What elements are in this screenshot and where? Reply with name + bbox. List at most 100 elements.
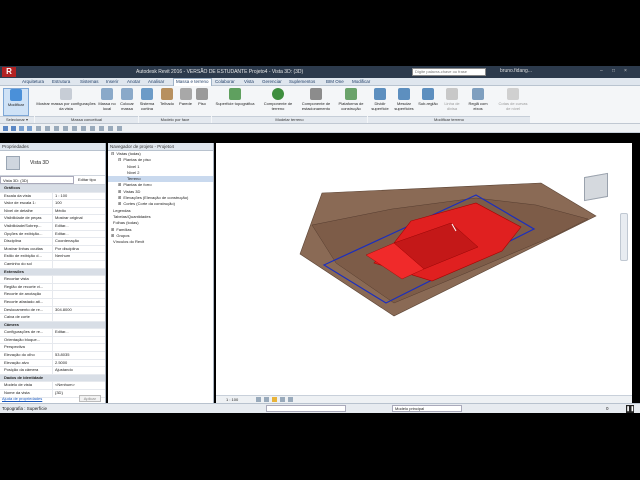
section-icon[interactable] — [90, 126, 95, 131]
graded-region-button[interactable]: Regiã com eixos — [464, 88, 492, 111]
property-value[interactable] — [52, 336, 105, 344]
curtain-system-button[interactable]: Sistema cortina — [138, 88, 156, 111]
modify-button[interactable]: Modificar — [3, 88, 29, 116]
property-value[interactable] — [52, 276, 105, 283]
property-value[interactable]: Editar... — [52, 329, 105, 336]
property-row[interactable]: Valor de escala 1: 100 — [0, 200, 105, 208]
property-row[interactable]: Estilo de exibição d... Nenhum — [0, 253, 105, 261]
property-value[interactable]: Mostrar original — [52, 215, 105, 222]
subregion-button[interactable]: Sub-região — [416, 88, 440, 106]
user-name[interactable]: bruno.fidang... — [500, 68, 532, 74]
redo-icon[interactable] — [27, 126, 32, 131]
property-row[interactable]: Visibilidade/Sobrep... Editar... — [0, 222, 105, 231]
property-row[interactable]: Perspectiva — [0, 344, 105, 353]
edit-type-button[interactable]: Editar tipo — [74, 176, 105, 184]
tab-colaborar[interactable]: Colaborar — [215, 79, 235, 84]
property-row[interactable]: Mostrar linhas ocultas Por disciplina — [0, 245, 105, 254]
tab-suplementos[interactable]: Suplementos — [289, 79, 315, 84]
navigation-bar[interactable] — [620, 213, 628, 261]
close-button[interactable]: × — [624, 68, 627, 76]
switch-windows-icon[interactable] — [117, 126, 122, 131]
maximize-button[interactable]: □ — [612, 68, 615, 76]
site-component-button[interactable]: Componente de terreno — [259, 88, 297, 111]
property-value[interactable]: Editar... — [52, 230, 105, 238]
property-value[interactable]: 53.8035 — [52, 352, 105, 359]
collapse-icon[interactable]: ⊟ — [111, 151, 114, 156]
wall-button[interactable]: Parede — [177, 88, 194, 106]
property-section[interactable]: Dados de identidade — [0, 374, 105, 383]
tab-arquitetura[interactable]: Arquitetura — [22, 79, 44, 84]
view-scale[interactable]: 1 : 100 — [226, 397, 238, 402]
property-row[interactable]: Posição da câmera Ajustando — [0, 367, 105, 375]
detail-level-icon[interactable] — [256, 397, 261, 402]
toposurface-button[interactable]: Superfície topográfica — [212, 88, 258, 106]
property-value[interactable]: Ajustando — [52, 367, 105, 374]
property-row[interactable]: Caminho do sol — [0, 260, 105, 269]
3d-viewport[interactable] — [216, 143, 632, 403]
measure-icon[interactable] — [45, 126, 50, 131]
property-row[interactable]: Escala da vista 1 : 100 — [0, 192, 105, 201]
property-row[interactable]: Deslocamento de re... 304.8000 — [0, 306, 105, 315]
property-value[interactable] — [52, 298, 105, 306]
building-pad-button[interactable]: Plataforma de construção — [334, 88, 368, 111]
dimension-icon[interactable] — [54, 126, 59, 131]
view-instance-select[interactable]: Vista 3D: (3D) — [0, 176, 74, 184]
property-value[interactable] — [52, 260, 105, 268]
show-mass-button[interactable]: Mostrar massa por configurações da vista — [36, 88, 96, 111]
property-row[interactable]: Recortar vista — [0, 276, 105, 284]
property-row[interactable]: Região de recorte vi... — [0, 283, 105, 292]
tab-bim-one[interactable]: BIM One — [326, 79, 344, 84]
property-value[interactable]: Médio — [52, 207, 105, 215]
minimize-button[interactable]: – — [600, 68, 603, 76]
revit-logo-icon[interactable]: R — [2, 67, 16, 77]
expand-icon[interactable]: ⊞ — [111, 227, 114, 232]
tab-inserir[interactable]: Inserir — [106, 79, 119, 84]
property-value[interactable]: Por disciplina — [52, 245, 105, 253]
visual-style-icon[interactable] — [264, 397, 269, 402]
property-value[interactable]: 1 : 100 — [52, 192, 105, 200]
property-row[interactable]: Opções de exibição... Editar... — [0, 230, 105, 239]
property-value[interactable] — [52, 283, 105, 291]
property-row[interactable]: Caixa de corte — [0, 314, 105, 322]
crop-view-icon[interactable] — [288, 397, 293, 402]
property-value[interactable] — [52, 344, 105, 352]
expand-icon[interactable]: ⊞ — [118, 182, 121, 187]
merge-surfaces-button[interactable]: Mesclar superfícies — [392, 88, 416, 111]
tab-vista[interactable]: Vista — [244, 79, 254, 84]
split-surface-button[interactable]: Dividir superfície — [368, 88, 392, 111]
property-value[interactable]: Editar... — [52, 222, 105, 230]
open-icon[interactable] — [3, 126, 8, 131]
tree-item[interactable]: Vínculos do Revit — [108, 239, 213, 245]
property-row[interactable]: Recorte de anotação — [0, 291, 105, 299]
workset-field[interactable] — [266, 405, 346, 412]
property-row[interactable]: Nível de detalhe Médio — [0, 207, 105, 216]
floor-button[interactable]: Piso — [195, 88, 209, 106]
property-row[interactable]: Elevação do olho 53.8035 — [0, 352, 105, 360]
pause-icon[interactable]: ❚❚ — [626, 405, 634, 413]
parking-component-button[interactable]: Componente de estacionamento — [296, 88, 336, 111]
in-place-mass-button[interactable]: Massa no local — [98, 88, 116, 111]
property-value[interactable] — [52, 291, 105, 298]
property-row[interactable]: Visibilidade de peças Mostrar original — [0, 215, 105, 223]
property-section[interactable]: Gráficos — [0, 185, 105, 193]
tab-modificar[interactable]: Modificar — [352, 79, 370, 84]
type-selector[interactable]: Vista 3D — [0, 151, 105, 176]
properties-help-link[interactable]: Ajuda de propriedades — [2, 396, 42, 401]
property-value[interactable] — [52, 314, 105, 321]
roof-button[interactable]: Telhado — [157, 88, 177, 106]
property-row[interactable]: Orientação bloque... — [0, 336, 105, 345]
expand-icon[interactable]: ⊞ — [118, 189, 121, 194]
place-mass-button[interactable]: Colocar massa — [117, 88, 137, 111]
property-value[interactable]: 100 — [52, 200, 105, 207]
search-input[interactable]: Digite palavra-chave ou frase — [412, 68, 486, 76]
property-line-button[interactable]: Linha de divisa — [441, 88, 463, 111]
contour-labels-button[interactable]: Cotas de curvas de nível — [497, 88, 529, 111]
tag-icon[interactable] — [63, 126, 68, 131]
property-section[interactable]: Câmera — [0, 321, 105, 330]
property-row[interactable]: Elevação alvo 2.5000 — [0, 359, 105, 368]
property-value[interactable]: 2.5000 — [52, 359, 105, 367]
panel-select[interactable]: Selecionar ▾ — [0, 116, 34, 123]
close-hidden-icon[interactable] — [108, 126, 113, 131]
save-icon[interactable] — [11, 126, 16, 131]
property-row[interactable]: Modelo de vista <Nenhum> — [0, 382, 105, 391]
